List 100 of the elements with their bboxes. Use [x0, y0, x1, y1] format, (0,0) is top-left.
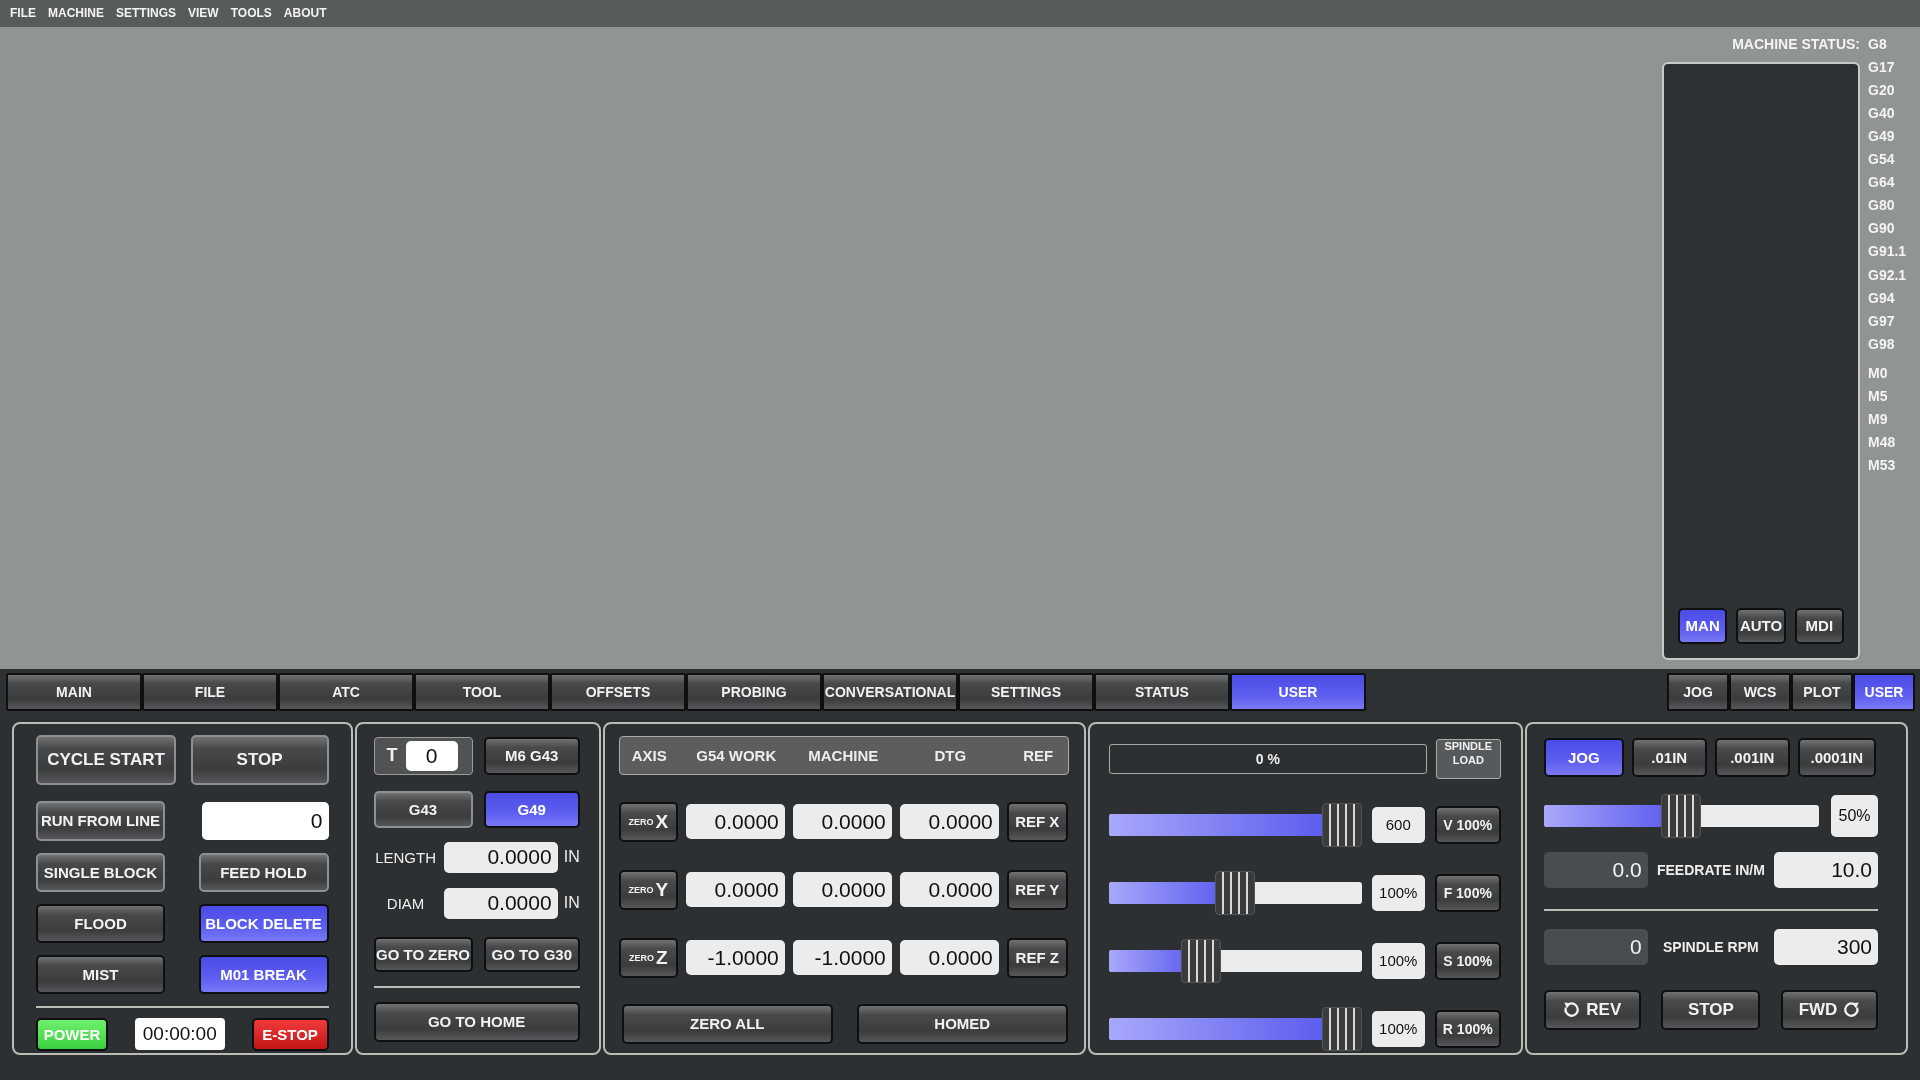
tab[interactable]: TOOL	[414, 673, 550, 712]
spindle-load-meter: 0 %	[1108, 743, 1427, 774]
stop-button[interactable]: STOP	[190, 734, 329, 785]
status-code: G92.1	[1868, 265, 1908, 285]
offset-button[interactable]: G43	[373, 790, 473, 828]
jog-increment-button[interactable]: .01IN	[1631, 737, 1707, 777]
jog-increment-button[interactable]: .0001IN	[1797, 737, 1876, 777]
ref-axis-button[interactable]: REF X	[1006, 801, 1068, 842]
zero-all-button[interactable]: ZERO ALL	[621, 1003, 833, 1044]
position-readout: 0.0000	[792, 804, 892, 840]
tab[interactable]: PROBING	[686, 673, 822, 712]
position-readout: 0.0000	[899, 940, 999, 976]
tool-label: T	[386, 745, 398, 767]
ref-axis-button[interactable]: REF Y	[1006, 869, 1068, 910]
toggle-button[interactable]: MIST	[36, 954, 165, 994]
status-code: G97	[1868, 311, 1896, 331]
toggle-button[interactable]: FLOOD	[36, 903, 165, 943]
spindle-stop-button[interactable]: STOP	[1661, 989, 1761, 1030]
tool-number-field[interactable]: 0	[405, 740, 458, 771]
cycle-timer: 00:00:00	[134, 1018, 225, 1051]
jog-increment-button[interactable]: .001IN	[1714, 737, 1790, 777]
slider[interactable]	[1108, 802, 1362, 847]
status-code: G90	[1868, 219, 1896, 239]
tab[interactable]: WCS	[1729, 673, 1791, 712]
tab[interactable]: STATUS	[1094, 673, 1230, 712]
go-to-home-button[interactable]: GO TO HOME	[373, 1001, 580, 1042]
spindle-forward-button[interactable]: FWD	[1781, 989, 1878, 1030]
slider-thumb[interactable]	[1321, 802, 1362, 847]
tab[interactable]: CONVERSATIONAL	[822, 673, 958, 712]
slider-thumb[interactable]	[1661, 793, 1702, 838]
slider[interactable]	[1108, 938, 1362, 983]
diam-field[interactable]: 0.0000	[443, 887, 558, 919]
tab[interactable]: JOG	[1667, 673, 1729, 712]
override-reset-button[interactable]: R 100%	[1434, 1009, 1501, 1048]
slider[interactable]	[1108, 1006, 1362, 1051]
tab[interactable]: PLOT	[1791, 673, 1853, 712]
override-reset-button[interactable]: V 100%	[1434, 805, 1501, 844]
rotate-clockwise-icon	[1843, 1001, 1861, 1019]
status-code: M0	[1868, 363, 1889, 383]
status-code: G8	[1868, 34, 1888, 54]
toggle-button[interactable]: FEED HOLD	[198, 852, 329, 892]
menu-item[interactable]: SETTINGS	[110, 6, 182, 21]
slider[interactable]	[1108, 870, 1362, 915]
unit-label: IN	[563, 848, 580, 867]
slider-thumb[interactable]	[1181, 938, 1222, 983]
spindle-rpm-field[interactable]: 300	[1774, 929, 1878, 966]
length-field[interactable]: 0.0000	[443, 841, 558, 873]
ref-axis-button[interactable]: REF Z	[1006, 937, 1068, 978]
line-number-field[interactable]: 0	[201, 801, 329, 840]
tab[interactable]: ATC	[278, 673, 414, 712]
homed-button[interactable]: HOMED	[856, 1003, 1068, 1044]
override-readout: 100%	[1371, 874, 1425, 911]
status-code: M9	[1868, 410, 1889, 430]
spindle-rpm-readout: 0	[1543, 929, 1648, 966]
menu-item[interactable]: MACHINE	[42, 6, 110, 21]
slider-thumb[interactable]	[1215, 870, 1256, 915]
position-readout: 0.0000	[899, 804, 999, 840]
menu-item[interactable]: FILE	[4, 6, 42, 21]
status-code: M48	[1868, 433, 1897, 453]
go-to-g30-button[interactable]: GO TO G30	[483, 936, 580, 972]
run-from-line-button[interactable]: RUN FROM LINE	[36, 800, 165, 841]
toggle-button[interactable]: M01 BREAK	[198, 954, 329, 994]
length-label: LENGTH	[374, 848, 437, 866]
toggle-button[interactable]: BLOCK DELETE	[198, 903, 329, 943]
mode-button[interactable]: MAN	[1678, 607, 1728, 644]
column-header: REF	[1022, 746, 1055, 764]
tab[interactable]: OFFSETS	[550, 673, 686, 712]
menu-item[interactable]: VIEW	[182, 6, 225, 21]
status-code: G94	[1868, 288, 1896, 308]
override-readout: 100%	[1371, 1010, 1425, 1047]
cycle-start-button[interactable]: CYCLE START	[36, 734, 176, 785]
tab[interactable]: USER	[1853, 673, 1915, 712]
mode-button[interactable]: MDI	[1794, 607, 1844, 644]
tab[interactable]: SETTINGS	[958, 673, 1094, 712]
mode-button[interactable]: AUTO	[1736, 607, 1786, 644]
feedrate-readout: 0.0	[1543, 852, 1648, 889]
slider-thumb[interactable]	[1321, 1006, 1362, 1051]
tab[interactable]: FILE	[142, 673, 278, 712]
menu-item[interactable]: ABOUT	[277, 6, 333, 21]
e-stop-button[interactable]: E-STOP	[251, 1017, 329, 1051]
status-code: G17	[1868, 57, 1896, 77]
spindle-reverse-button[interactable]: REV	[1543, 989, 1641, 1030]
tab[interactable]: MAIN	[6, 673, 142, 712]
slider[interactable]	[1543, 793, 1819, 838]
m6-g43-button[interactable]: M6 G43	[483, 736, 580, 775]
position-readout: 0.0000	[792, 872, 892, 908]
position-readout: 0.0000	[685, 804, 785, 840]
status-code: G20	[1868, 80, 1896, 100]
offset-button[interactable]: G49	[483, 790, 580, 828]
position-readout: -1.0000	[792, 940, 892, 976]
feedrate-field[interactable]: 10.0	[1774, 852, 1878, 889]
go-to-zero-button[interactable]: GO TO ZERO	[373, 936, 473, 972]
jog-increment-button[interactable]: JOG	[1543, 737, 1624, 777]
spindle-load-label: SPINDLE LOAD	[1435, 738, 1501, 779]
menu-item[interactable]: TOOLS	[224, 6, 278, 21]
toggle-button[interactable]: SINGLE BLOCK	[36, 852, 165, 892]
column-header: MACHINE	[807, 746, 880, 764]
override-reset-button[interactable]: F 100%	[1434, 873, 1501, 912]
tab[interactable]: USER	[1230, 673, 1366, 712]
override-reset-button[interactable]: S 100%	[1434, 941, 1501, 980]
